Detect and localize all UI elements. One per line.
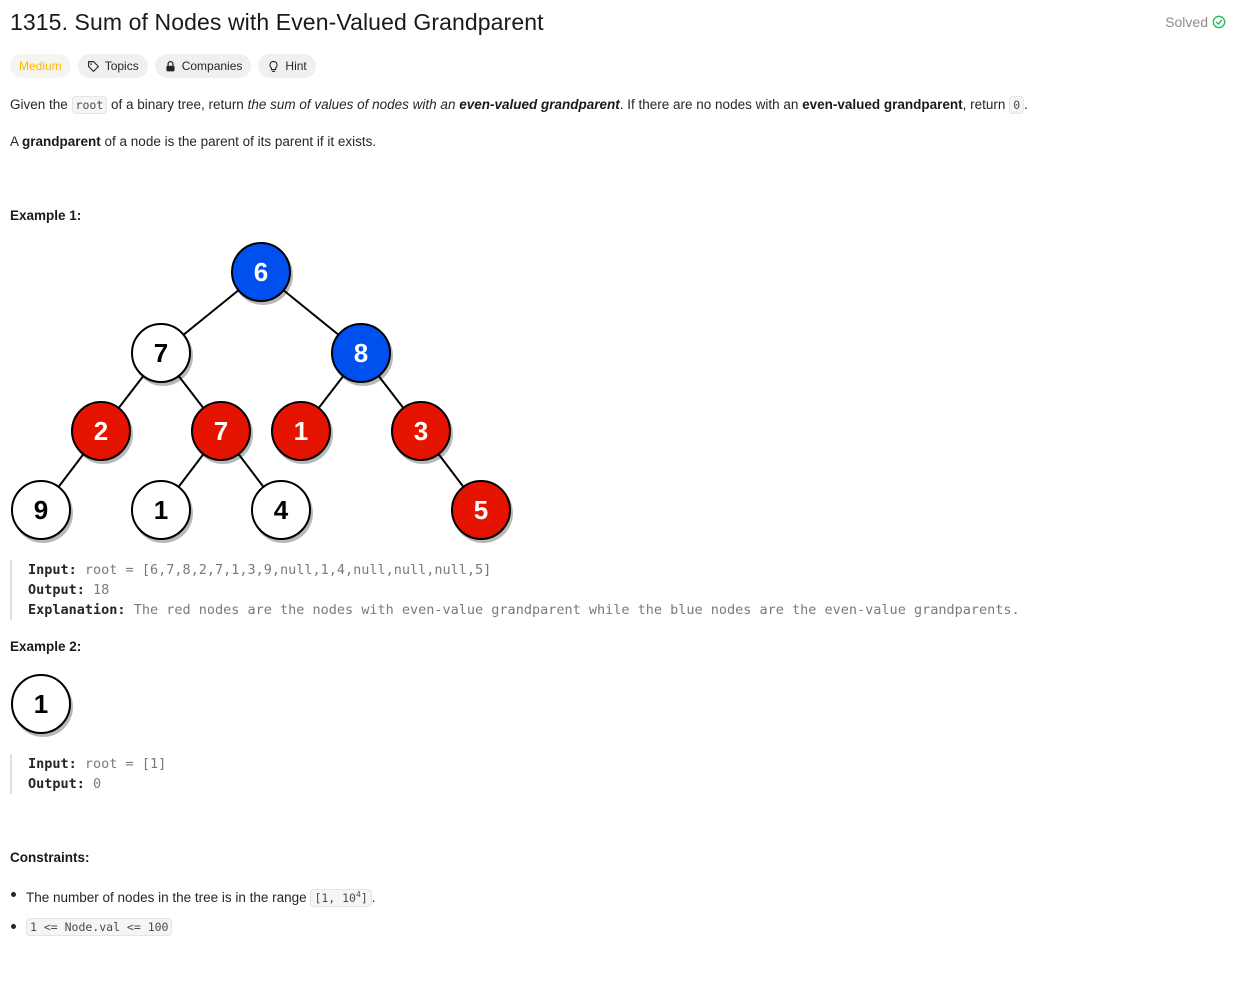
example-1-input: root = [6,7,8,2,7,1,3,9,null,1,4,null,nu… [84,562,492,578]
example-1-tree-node-white: 9 [11,480,73,543]
example-2-tree-node-label: 1 [34,689,48,719]
example-2-input: root = [1] [84,756,167,772]
example-2-heading: Example 2: [10,639,82,654]
inline-code: [1, 104] [310,888,372,907]
constraint-item: The number of nodes in the tree is in th… [10,880,376,912]
constraint-item: 1 <= Node.val <= 100 [10,912,376,944]
example-1-tree-node-label: 5 [474,495,488,525]
example-1-tree-node-blue: 6 [231,242,293,305]
example-1-explanation: The red nodes are the nodes with even-va… [133,602,1020,618]
example-2-io: Input: root = [1] Output: 0 [10,754,166,794]
example-1-tree-node-red: 5 [451,480,513,543]
binary-tree-diagrams: 6 7 8 2 7 1 3 9 1 4 5 1 [11,242,513,737]
example-2-output: 0 [93,776,102,792]
example-1-io: Input: root = [6,7,8,2,7,1,3,9,null,1,4,… [10,560,1020,620]
example-1-tree-node-label: 6 [254,257,268,287]
example-1-tree-node-white: 1 [131,480,193,543]
example-1-tree-node-label: 8 [354,338,368,368]
example-1-tree-node-red: 3 [391,401,453,464]
example-1-tree-node-label: 4 [274,495,289,525]
example-1-tree-node-red: 2 [71,401,133,464]
constraints-list: The number of nodes in the tree is in th… [10,880,376,944]
example-1-tree-node-label: 7 [154,338,168,368]
example-1-tree-node-blue: 8 [331,323,393,386]
example-1-tree-node-white: 4 [251,480,313,543]
example-1-output: 18 [93,582,110,598]
example-1-tree-node-label: 7 [214,416,228,446]
example-1-tree-node-label: 9 [34,495,48,525]
example-2-tree-node-white: 1 [11,674,73,737]
example-1-tree-node-label: 3 [414,416,428,446]
example-1-tree-node-label: 1 [294,416,308,446]
example-1-tree-node-red: 1 [271,401,333,464]
example-1-tree-node-red: 7 [191,401,253,464]
constraints-heading: Constraints: [10,850,90,865]
example-1-tree-node-label: 2 [94,416,108,446]
inline-code: 1 <= Node.val <= 100 [26,918,173,936]
example-1-tree-node-label: 1 [154,495,168,525]
